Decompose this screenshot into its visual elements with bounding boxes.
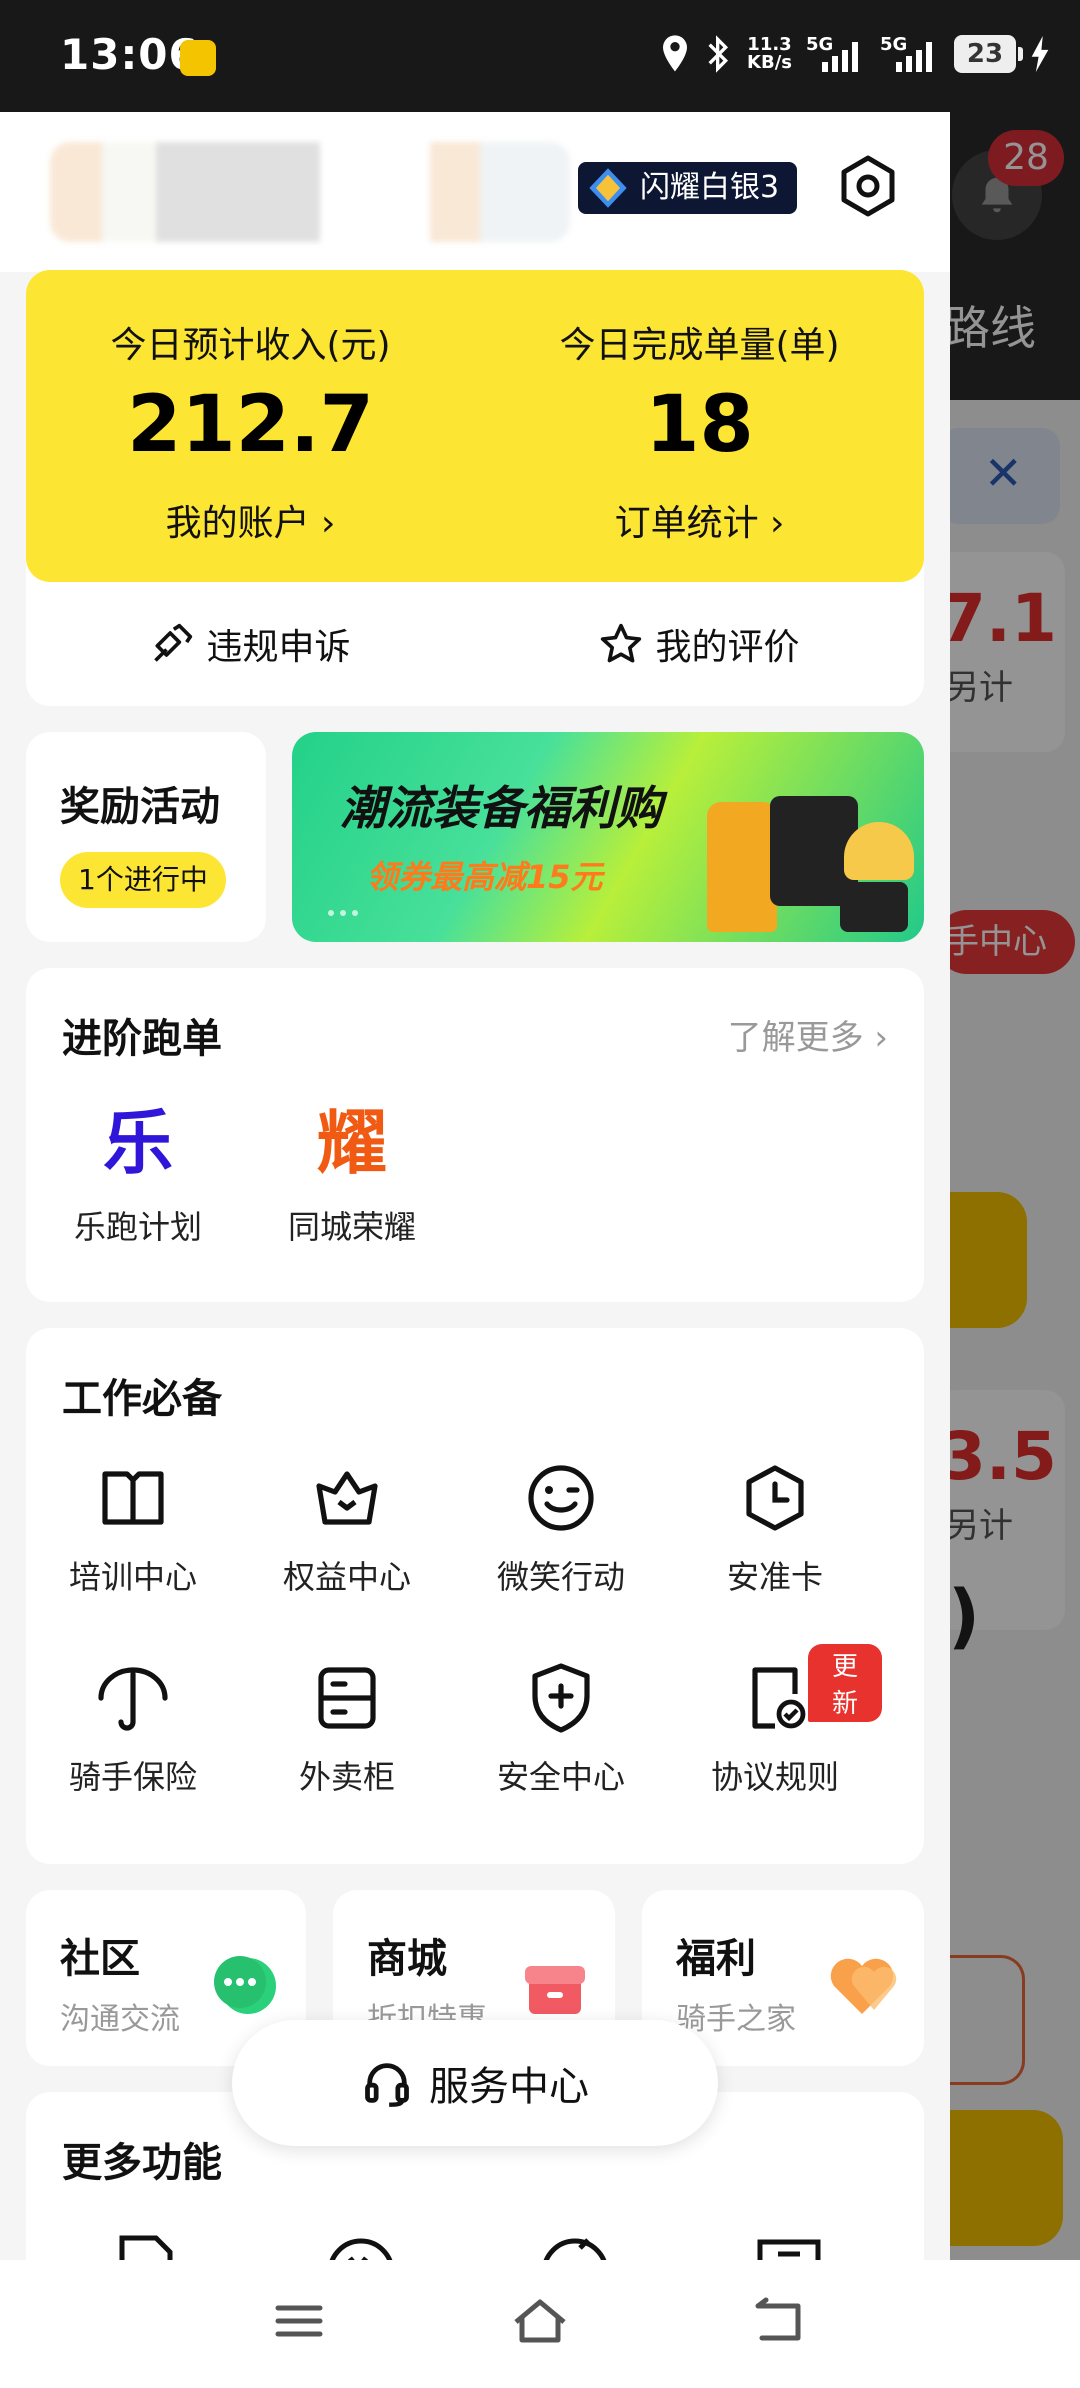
income-value: 212.7 [127,380,374,470]
rider-insurance[interactable]: 骑手保险 [26,1658,240,1798]
welfare-title: 福利 [676,1936,756,1982]
home-icon[interactable] [510,2296,570,2346]
advanced-title: 进阶跑单 [62,1016,222,1062]
orders-value: 18 [645,380,754,470]
gift-box-icon [525,1966,585,2014]
blurred-username [50,142,570,242]
reward-badge: 1个进行中 [60,852,226,908]
income-label: 今日预计收入(元) [110,325,391,366]
crown-icon [316,1471,378,1525]
profile-header: 闪耀白银3 [0,112,950,272]
benefits-center[interactable]: 权益中心 [240,1458,454,1598]
community-title: 社区 [60,1936,140,1982]
community-sub: 沟通交流 [60,2002,180,2037]
safety-center[interactable]: 安全中心 [454,1658,668,1798]
heart-icon [830,1958,897,2014]
back-icon[interactable] [752,2296,806,2346]
work-row-1: 培训中心 权益中心 微笑行动 安准卡 [26,1458,924,1598]
reward-title: 奖励活动 [60,784,220,830]
signal-1: 5G [806,34,866,74]
location-icon [663,35,688,72]
work-title: 工作必备 [62,1376,222,1422]
banner-subtitle: 领券最高减15元 [366,858,603,896]
training-center[interactable]: 培训中心 [26,1458,240,1598]
mall-title: 商城 [367,1936,447,1982]
safe-card[interactable]: 安准卡 [668,1458,882,1598]
orders-stat[interactable]: 今日完成单量(单) 18 订单统计 › [475,270,924,582]
my-rating-button[interactable]: 我的评价 [475,582,924,706]
helmet-image [844,822,914,880]
banner-title: 潮流装备福利购 [340,781,662,835]
income-stat[interactable]: 今日预计收入(元) 212.7 我的账户 › [26,270,475,582]
service-center-button[interactable]: 服务中心 [232,2020,718,2146]
orders-label: 今日完成单量(单) [559,325,840,366]
charging-icon [1031,36,1049,72]
advanced-orders-card: 进阶跑单 了解更多 › 乐 乐跑计划 耀 同城荣耀 [26,968,924,1302]
battery-indicator: 23 [954,35,1023,73]
rank-badge[interactable]: 闪耀白银3 [578,162,798,214]
welfare-sub: 骑手之家 [676,2002,796,2037]
clock-icon [746,1465,804,1531]
agreement-rules[interactable]: 更新 协议规则 [668,1644,882,1798]
income-card: 今日预计收入(元) 212.7 我的账户 › 今日完成单量(单) 18 订单统计… [26,270,924,582]
my-account-link[interactable]: 我的账户 › [26,494,475,546]
order-stats-link[interactable]: 订单统计 › [475,494,924,546]
smile-action[interactable]: 微笑行动 [454,1458,668,1598]
side-drawer: 闪耀白银3 今日预计收入(元) 212.7 我的账户 › 今日完成单量(单) 1… [0,112,950,2260]
work-essentials-card: 工作必备 培训中心 权益中心 微笑行动 安准卡 骑手保险 外卖柜 安全中心 更新… [26,1328,924,1864]
scan-icon [757,2239,821,2260]
book-icon [102,1471,164,1525]
system-nav-bar [0,2260,1080,2388]
document-icon [119,2235,173,2260]
le-run-label: 乐跑计划 [73,1208,202,1246]
new-badge: 更新 [808,1644,882,1722]
reward-activities-card[interactable]: 奖励活动 1个进行中 [26,732,266,942]
delivery-box-image [840,882,908,932]
smile-icon [528,1465,594,1531]
settings-hexagon-icon[interactable] [836,154,900,218]
shield-icon [532,1663,590,1733]
face-icon [543,2238,607,2260]
learn-more-link[interactable]: 了解更多 › [728,1010,888,1059]
rank-diamond-icon [589,168,627,208]
status-bar: 13:06 11.3 KB/s 5G 5G 23 [0,0,1080,112]
city-glory-label: 同城荣耀 [287,1208,416,1246]
menu-icon[interactable] [274,2296,324,2346]
status-time: 13:06 [60,30,199,79]
le-run-plan[interactable]: 乐 乐跑计划 [48,1098,228,1248]
violation-appeal-button[interactable]: 违规申诉 [26,582,475,706]
agreement-icon [752,1667,806,1729]
app-notification-icon [180,40,216,76]
umbrella-icon [98,1667,168,1731]
promo-banner[interactable]: 潮流装备福利购 领券最高减15元 [292,732,924,942]
work-row-2: 骑手保险 外卖柜 安全中心 更新 协议规则 [26,1644,924,1798]
locker-icon [318,1667,376,1729]
chat-bubble-icon [214,1956,276,2014]
income-actions: 违规申诉 我的评价 [26,582,924,706]
more-functions-title: 更多功能 [62,2140,222,2186]
network-speed: 11.3 KB/s [747,34,792,73]
banner-pagination [328,910,358,916]
le-run-icon: 乐 [103,1102,173,1184]
close-circle-icon [329,2238,393,2260]
jacket-image [707,802,777,932]
hammer-icon [154,623,193,662]
star-icon [601,623,642,663]
signal-2: 5G [880,34,940,74]
headset-icon [365,2063,409,2107]
city-glory-icon: 耀 [317,1102,387,1184]
city-glory[interactable]: 耀 同城荣耀 [262,1098,442,1248]
delivery-locker[interactable]: 外卖柜 [240,1658,454,1798]
bluetooth-icon [708,35,729,73]
